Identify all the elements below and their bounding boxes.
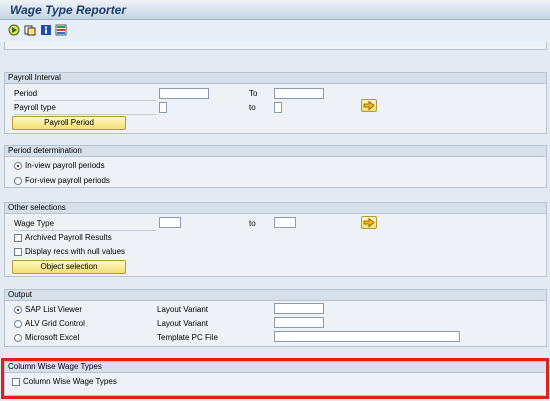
null-values-checkbox[interactable] (14, 248, 22, 256)
payroll-type-input[interactable] (159, 102, 167, 113)
null-values-label: Display recs with null values (25, 247, 126, 256)
selection-options-icon[interactable] (55, 24, 67, 36)
in-view-label: In-view payroll periods (25, 161, 105, 170)
output-group: Output SAP List Viewer Layout Variant AL… (4, 289, 547, 347)
layout-variant-input-1[interactable] (274, 303, 324, 314)
variant-icon[interactable] (24, 24, 36, 36)
layout-variant-label-1: Layout Variant (157, 305, 208, 314)
layout-variant-label-2: Layout Variant (157, 319, 208, 328)
application-toolbar (0, 20, 550, 42)
wage-type-to-input[interactable] (274, 217, 296, 228)
microsoft-excel-radio[interactable] (14, 334, 22, 342)
sap-list-viewer-label: SAP List Viewer (25, 305, 83, 314)
object-selection-button[interactable]: Object selection (12, 260, 126, 274)
microsoft-excel-label: Microsoft Excel (25, 333, 80, 342)
archived-payroll-label: Archived Payroll Results (25, 233, 112, 242)
sap-list-viewer-radio[interactable] (14, 306, 22, 314)
alv-grid-control-label: ALV Grid Control (25, 319, 85, 328)
in-view-radio[interactable] (14, 162, 22, 170)
output-header: Output (5, 290, 546, 301)
column-wise-highlight-frame (1, 358, 549, 399)
execute-icon[interactable] (8, 24, 20, 36)
period-to-input[interactable] (274, 88, 324, 99)
wage-type-multiple-selection-icon[interactable] (361, 216, 377, 229)
payroll-interval-header: Payroll Interval (5, 73, 546, 84)
template-pc-file-input[interactable] (274, 331, 460, 342)
payroll-type-label-underline (14, 114, 156, 115)
wage-type-input[interactable] (159, 217, 181, 228)
other-selections-header: Other selections (5, 203, 546, 214)
period-input[interactable] (159, 88, 209, 99)
title-bar: Wage Type Reporter (0, 0, 550, 20)
alv-grid-control-radio[interactable] (14, 320, 22, 328)
wage-type-to-label: to (249, 219, 256, 228)
payroll-period-button[interactable]: Payroll Period (12, 116, 126, 130)
template-pc-file-label: Template PC File (157, 333, 218, 342)
archived-payroll-checkbox[interactable] (14, 234, 22, 242)
top-strip (4, 42, 547, 50)
for-view-radio[interactable] (14, 177, 22, 185)
wage-type-label-underline (14, 230, 156, 231)
payroll-interval-group: Payroll Interval Period To Payroll type … (4, 72, 547, 134)
period-label: Period (14, 89, 38, 98)
wage-type-label: Wage Type (14, 219, 55, 228)
info-icon[interactable] (40, 24, 52, 36)
payroll-type-to-label: to (249, 103, 256, 112)
period-label-underline (14, 100, 156, 101)
payroll-type-to-input[interactable] (274, 102, 282, 113)
multiple-selection-arrow-icon[interactable] (361, 99, 377, 112)
other-selections-group: Other selections Wage Type to Archived P… (4, 202, 547, 277)
layout-variant-input-2[interactable] (274, 317, 324, 328)
period-to-label: To (249, 89, 258, 98)
period-determination-header: Period determination (5, 146, 546, 157)
for-view-label: For-view payroll periods (25, 176, 110, 185)
window-title: Wage Type Reporter (10, 3, 127, 17)
payroll-type-label: Payroll type (14, 103, 56, 112)
period-determination-group: Period determination In-view payroll per… (4, 145, 547, 188)
